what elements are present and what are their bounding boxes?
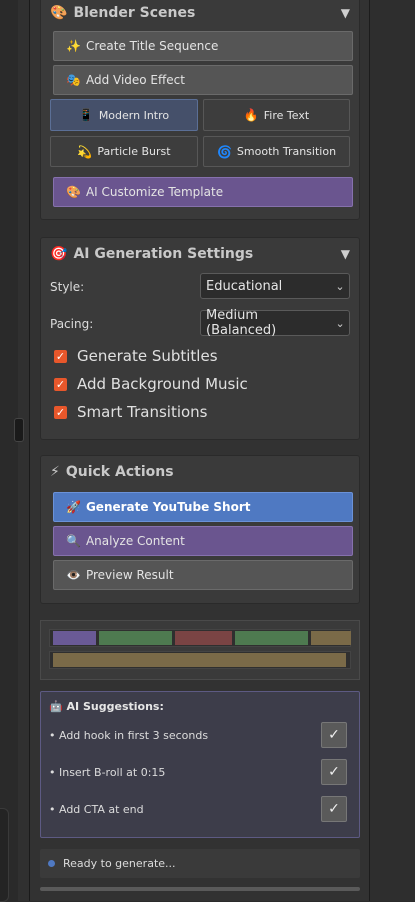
- checkbox-checked-icon[interactable]: ✓: [54, 405, 67, 419]
- checkmark-icon: ✓: [328, 727, 340, 743]
- left-panel-gutter: [18, 0, 30, 901]
- status-bar: Ready to generate...: [40, 849, 360, 878]
- analyze-content-button[interactable]: 🔍 Analyze Content: [53, 526, 353, 556]
- palette-icon: 🎨: [66, 185, 81, 199]
- timeline-clip[interactable]: [311, 631, 351, 645]
- robot-icon: 🤖: [49, 700, 63, 713]
- ai-settings-header[interactable]: 🎯 AI Generation Settings ▼: [40, 241, 360, 267]
- style-value: Educational: [206, 278, 283, 294]
- ai-suggestions-box: 🤖 AI Suggestions: • Add hook in first 3 …: [40, 691, 360, 838]
- audio-track: [49, 651, 351, 669]
- sparkles-icon: ✨: [66, 39, 81, 53]
- template-particle-burst[interactable]: 💫 Particle Burst: [50, 136, 198, 167]
- generate-youtube-short-button[interactable]: 🚀 Generate YouTube Short: [53, 492, 353, 522]
- quick-actions-panel: ⚡ Quick Actions 🚀 Generate YouTube Short…: [40, 455, 360, 604]
- button-label: Generate YouTube Short: [85, 500, 251, 514]
- rocket-icon: 🚀: [66, 500, 81, 514]
- ai-generation-settings-panel: 🎯 AI Generation Settings ▼ Style: Educat…: [40, 237, 360, 440]
- suggestions-title-text: AI Suggestions:: [66, 700, 164, 713]
- left-editor-strip: [0, 0, 19, 901]
- generate-subtitles-checkbox[interactable]: ✓ Generate Subtitles: [54, 347, 218, 365]
- progress-track: [40, 887, 360, 891]
- template-smooth-transition[interactable]: 🌀 Smooth Transition: [203, 136, 350, 167]
- chevron-down-icon: ⌄: [335, 279, 345, 293]
- checkbox-label: Generate Subtitles: [77, 347, 218, 365]
- button-label: Analyze Content: [85, 534, 185, 548]
- audio-clip[interactable]: [53, 653, 346, 667]
- button-label: Add Video Effect: [85, 73, 185, 87]
- template-label: Fire Text: [263, 108, 310, 122]
- template-label: Smooth Transition: [236, 145, 337, 158]
- preview-result-button[interactable]: 👁️ Preview Result: [53, 560, 353, 590]
- suggestions-title: 🤖 AI Suggestions:: [49, 700, 164, 713]
- status-dot-icon: [48, 860, 55, 867]
- template-fire-text[interactable]: 🔥 Fire Text: [203, 99, 350, 131]
- ai-customize-template-button[interactable]: 🎨 AI Customize Template: [53, 177, 353, 207]
- fire-icon: 🔥: [243, 108, 259, 122]
- template-modern-intro[interactable]: 📱 Modern Intro: [50, 99, 198, 131]
- palette-icon: 🎨: [50, 5, 68, 21]
- panel-title: AI Generation Settings: [73, 246, 254, 262]
- masks-icon: 🎭: [66, 73, 81, 87]
- lightning-icon: ⚡: [50, 464, 60, 480]
- button-label: Create Title Sequence: [85, 39, 219, 53]
- timeline-clip[interactable]: [53, 631, 96, 645]
- checkbox-label: Smart Transitions: [77, 403, 208, 421]
- sidebar-panel: 🎨 Blender Scenes ▼ ✨ Create Title Sequen…: [30, 0, 369, 901]
- style-select[interactable]: Educational ⌄: [200, 273, 350, 299]
- collapse-caret-icon[interactable]: ▼: [341, 6, 350, 20]
- suggestion-item: • Add hook in first 3 seconds: [49, 729, 209, 742]
- blender-scenes-header[interactable]: 🎨 Blender Scenes ▼: [40, 0, 360, 26]
- add-video-effect-button[interactable]: 🎭 Add Video Effect: [53, 65, 353, 95]
- apply-suggestion-button[interactable]: ✓: [321, 759, 347, 785]
- status-text: Ready to generate...: [63, 857, 176, 870]
- dizzy-icon: 💫: [77, 144, 93, 159]
- cyclone-icon: 🌀: [216, 144, 232, 159]
- chevron-down-icon: ⌄: [335, 316, 345, 330]
- pacing-label: Pacing:: [50, 317, 94, 331]
- apply-suggestion-button[interactable]: ✓: [321, 796, 347, 822]
- smart-transitions-checkbox[interactable]: ✓ Smart Transitions: [54, 403, 208, 421]
- checkbox-label: Add Background Music: [77, 375, 248, 393]
- quick-actions-header: ⚡ Quick Actions: [40, 459, 360, 485]
- magnifier-icon: 🔍: [66, 534, 81, 548]
- blender-scenes-panel: 🎨 Blender Scenes ▼ ✨ Create Title Sequen…: [40, 0, 360, 220]
- timeline-clip[interactable]: [175, 631, 232, 645]
- left-bottom-panel: [0, 808, 9, 902]
- create-title-sequence-button[interactable]: ✨ Create Title Sequence: [53, 31, 353, 61]
- add-background-music-checkbox[interactable]: ✓ Add Background Music: [54, 375, 248, 393]
- resize-handle[interactable]: [14, 418, 24, 442]
- target-icon: 🎯: [50, 246, 68, 262]
- pacing-value: Medium (Balanced): [206, 308, 277, 338]
- video-track: [49, 629, 351, 647]
- suggestion-item: • Add CTA at end: [49, 803, 144, 816]
- timeline-clip[interactable]: [235, 631, 308, 645]
- phone-icon: 📱: [78, 108, 94, 122]
- template-label: Modern Intro: [98, 108, 170, 122]
- apply-suggestion-button[interactable]: ✓: [321, 722, 347, 748]
- checkbox-checked-icon[interactable]: ✓: [54, 377, 67, 391]
- eye-icon: 👁️: [66, 568, 81, 582]
- panel-title: Quick Actions: [65, 464, 174, 480]
- suggestion-item: • Insert B-roll at 0:15: [49, 766, 166, 779]
- checkmark-icon: ✓: [328, 764, 340, 780]
- timeline-clip[interactable]: [99, 631, 172, 645]
- right-toolbar-strip: [369, 0, 415, 901]
- timeline-preview: [40, 620, 360, 680]
- checkbox-checked-icon[interactable]: ✓: [54, 349, 67, 363]
- button-label: Preview Result: [85, 568, 174, 582]
- template-label: Particle Burst: [97, 145, 171, 158]
- pacing-select[interactable]: Medium (Balanced) ⌄: [200, 308, 350, 338]
- button-label: AI Customize Template: [85, 185, 224, 199]
- checkmark-icon: ✓: [328, 801, 340, 817]
- style-label: Style:: [50, 280, 85, 294]
- collapse-caret-icon[interactable]: ▼: [341, 247, 350, 261]
- panel-title: Blender Scenes: [73, 5, 196, 21]
